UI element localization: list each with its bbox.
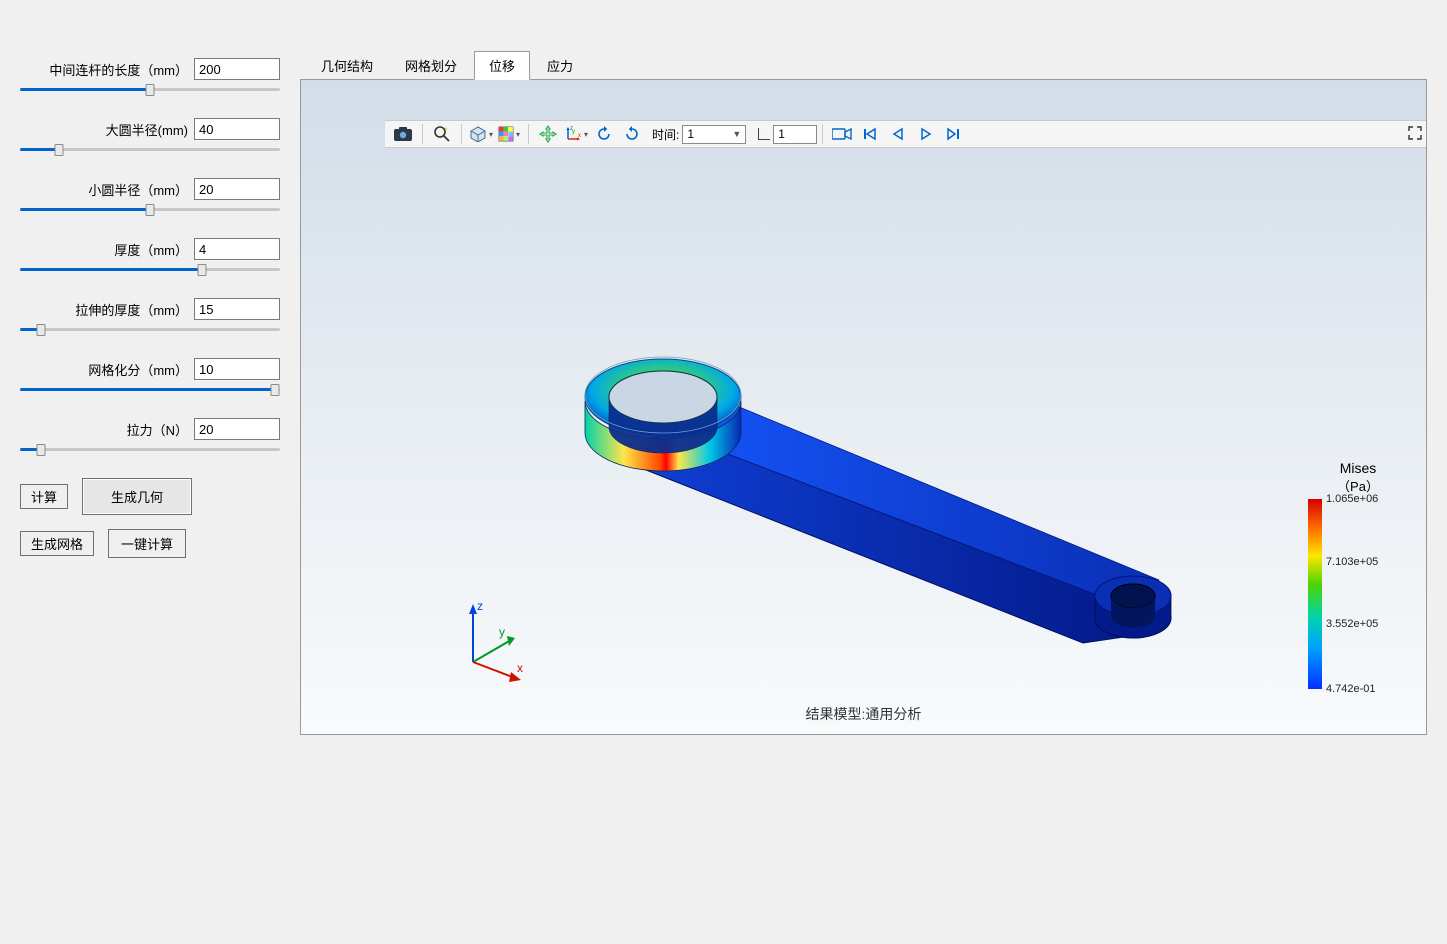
viewer-toolbar: z y x 时间: ▼ — [385, 120, 1426, 148]
legend-tick: 4.742e-01 — [1326, 683, 1376, 695]
param-label: 中间连杆的长度（mm） — [49, 60, 188, 79]
param-slider[interactable] — [20, 442, 280, 456]
viewer-frame: z y x 时间: ▼ — [300, 79, 1427, 735]
param-slider[interactable] — [20, 142, 280, 156]
param-label: 网格化分（mm） — [88, 360, 188, 379]
legend-ticks: 1.065e+067.103e+053.552e+054.742e-01 — [1322, 499, 1408, 689]
result-caption: 结果模型:通用分析 — [301, 704, 1426, 724]
rotate-cw-button[interactable] — [619, 122, 645, 146]
svg-text:y: y — [572, 129, 575, 135]
rotate-ccw-button[interactable] — [591, 122, 617, 146]
legend-title: Mises — [1308, 460, 1408, 476]
screenshot-button[interactable] — [390, 122, 416, 146]
param-input[interactable] — [194, 298, 280, 320]
param-label: 小圆半径（mm） — [88, 180, 188, 199]
pan-button[interactable] — [535, 122, 561, 146]
legend-color-bar — [1308, 499, 1322, 689]
param-row: 拉力（N） — [20, 418, 280, 440]
param-label: 厚度（mm） — [114, 240, 188, 259]
param-label: 拉力（N） — [127, 420, 188, 439]
svg-text:x: x — [578, 133, 581, 139]
go-first-button[interactable] — [857, 122, 883, 146]
display-mode-button[interactable] — [468, 122, 494, 146]
param-input[interactable] — [194, 358, 280, 380]
angle-icon — [758, 128, 770, 140]
param-label: 拉伸的厚度（mm） — [75, 300, 188, 319]
tab-1[interactable]: 网格划分 — [390, 51, 472, 80]
legend-tick: 1.065e+06 — [1326, 493, 1378, 505]
param-slider[interactable] — [20, 382, 280, 396]
param-input[interactable] — [194, 238, 280, 260]
play-button[interactable] — [913, 122, 939, 146]
result-canvas[interactable] — [301, 80, 1426, 734]
generate-mesh-button[interactable]: 生成网格 — [20, 531, 94, 556]
param-row: 拉伸的厚度（mm） — [20, 298, 280, 320]
param-input[interactable] — [194, 178, 280, 200]
tab-0[interactable]: 几何结构 — [306, 51, 388, 80]
param-slider[interactable] — [20, 262, 280, 276]
viewer-panel: 几何结构网格划分位移应力 — [300, 40, 1447, 944]
time-label: 时间: — [652, 126, 679, 143]
param-row: 网格化分（mm） — [20, 358, 280, 380]
step-forward-button[interactable] — [941, 122, 967, 146]
axis-view-button[interactable]: z y x — [563, 122, 589, 146]
generate-geometry-button[interactable]: 生成几何 — [82, 478, 192, 515]
color-map-button[interactable] — [496, 122, 522, 146]
one-click-compute-button[interactable]: 一键计算 — [108, 529, 186, 558]
param-slider[interactable] — [20, 202, 280, 216]
param-row: 大圆半径(mm) — [20, 118, 280, 140]
param-row: 厚度（mm） — [20, 238, 280, 260]
expand-icon[interactable] — [1406, 122, 1424, 144]
param-slider[interactable] — [20, 322, 280, 336]
compute-button[interactable]: 计算 — [20, 484, 68, 509]
frame-spin[interactable] — [773, 125, 817, 144]
param-input[interactable] — [194, 118, 280, 140]
color-legend: Mises （Pa） 1.065e+067.103e+053.552e+054.… — [1308, 460, 1408, 689]
param-input[interactable] — [194, 58, 280, 80]
tab-3[interactable]: 应力 — [532, 51, 588, 80]
step-back-button[interactable] — [885, 122, 911, 146]
param-input[interactable] — [194, 418, 280, 440]
param-row: 中间连杆的长度（mm） — [20, 58, 280, 80]
param-slider[interactable] — [20, 82, 280, 96]
legend-tick: 3.552e+05 — [1326, 618, 1378, 630]
legend-tick: 7.103e+05 — [1326, 556, 1378, 568]
camera-view-button[interactable] — [829, 122, 855, 146]
parameter-panel: 中间连杆的长度（mm） 大圆半径(mm) 小圆半径（mm） 厚度（mm） 拉伸的厚度（m… — [0, 40, 300, 944]
zoom-quick-button[interactable] — [429, 122, 455, 146]
time-select[interactable] — [682, 125, 746, 144]
param-label: 大圆半径(mm) — [106, 120, 188, 139]
app-root: 中间连杆的长度（mm） 大圆半径(mm) 小圆半径（mm） 厚度（mm） 拉伸的厚度（m… — [0, 0, 1447, 944]
tab-bar: 几何结构网格划分位移应力 — [300, 50, 1427, 79]
param-row: 小圆半径（mm） — [20, 178, 280, 200]
tab-2[interactable]: 位移 — [474, 51, 530, 80]
